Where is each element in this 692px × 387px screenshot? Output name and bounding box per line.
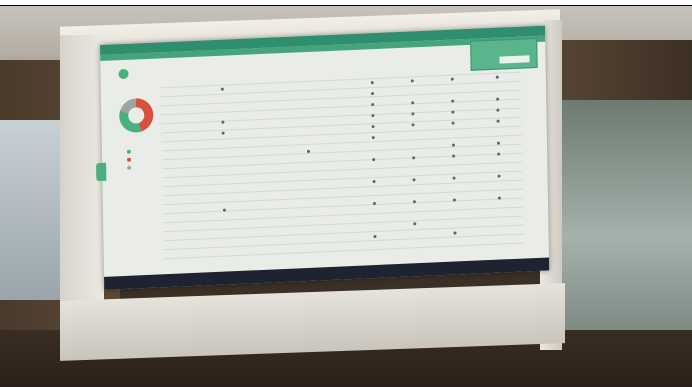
status-dot: [412, 156, 416, 160]
status-dot: [496, 119, 500, 123]
status-dot: [372, 158, 376, 162]
table-row-line: [162, 197, 523, 215]
status-dot: [452, 154, 456, 158]
status-dot: [373, 234, 377, 239]
table-row-line: [162, 170, 523, 188]
table-row-line: [163, 215, 524, 233]
status-dot: [221, 131, 225, 135]
status-dot: [496, 108, 500, 112]
table-row-line: [161, 89, 522, 107]
app-logo-icon: [118, 68, 129, 80]
table-row-line: [162, 152, 523, 170]
table-row-line: [161, 134, 522, 152]
table-row-line: [163, 233, 524, 251]
status-dot: [412, 178, 416, 182]
status-dot: [371, 114, 375, 118]
donut-hole: [128, 107, 145, 124]
right-window: [560, 100, 692, 330]
table-row-line: [161, 98, 522, 116]
table-row-line: [161, 125, 522, 143]
status-dot: [451, 121, 455, 125]
status-dot: [370, 81, 374, 85]
status-dot: [453, 231, 457, 235]
projected-desktop: [96, 25, 550, 290]
table-row-line: [160, 80, 521, 98]
screen-left-border: [60, 34, 104, 336]
table-row-line: [162, 188, 523, 206]
status-dot: [371, 125, 375, 129]
status-dot: [452, 176, 456, 180]
data-grid: [160, 71, 524, 263]
notification-popup: [470, 37, 538, 71]
status-dot: [450, 77, 454, 81]
status-dot: [413, 222, 417, 226]
legend-item: [126, 149, 133, 154]
legend-item: [126, 157, 133, 162]
status-dot: [371, 136, 375, 140]
table-row-line: [160, 71, 521, 89]
status-dot: [221, 120, 225, 124]
table-row-line: [161, 116, 522, 134]
status-dot: [411, 112, 415, 116]
status-dot: [370, 92, 375, 96]
table-row-line: [163, 224, 524, 242]
status-dot: [410, 79, 414, 83]
table-row-line: [161, 107, 522, 125]
status-dot: [220, 87, 224, 91]
notification-button[interactable]: [499, 55, 530, 64]
donut-chart: [118, 97, 154, 134]
status-dot: [451, 110, 455, 114]
table-row-line: [162, 161, 523, 179]
table-row-line: [163, 206, 524, 224]
image-top-border: [0, 0, 692, 6]
status-dot: [411, 123, 415, 127]
status-dot: [495, 75, 499, 79]
os-taskbar: [104, 257, 550, 290]
status-dot: [372, 179, 376, 184]
table-row-line: [162, 143, 522, 161]
status-dot: [497, 152, 501, 156]
side-panel-tab[interactable]: [96, 162, 107, 182]
status-dot: [497, 174, 501, 178]
photo-scene: [0, 0, 692, 387]
table-row-line: [162, 179, 523, 197]
legend-item: [127, 165, 133, 170]
table-row-line: [163, 242, 524, 260]
